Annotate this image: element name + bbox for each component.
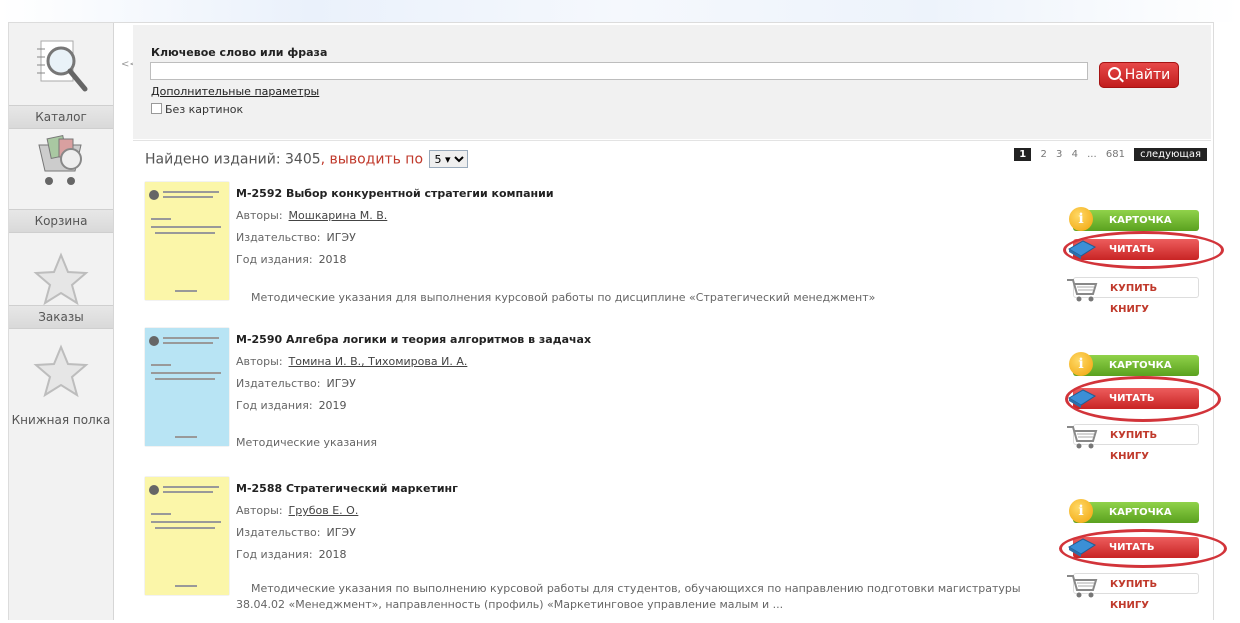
search-panel: Ключевое слово или фраза Дополнительные …	[133, 25, 1211, 139]
shopping-cart-icon	[1067, 575, 1098, 598]
book-title[interactable]: М-2592 Выбор конкурентной стратегии комп…	[236, 187, 554, 200]
book-item: М-2590 Алгебра логики и теория алгоритмо…	[145, 328, 1221, 474]
book-description: Методические указания по выполнению курс…	[251, 582, 1021, 595]
book-title[interactable]: М-2590 Алгебра логики и теория алгоритмо…	[236, 333, 591, 346]
advanced-params-link[interactable]: Дополнительные параметры	[151, 85, 319, 98]
no-pictures-label: Без картинок	[165, 103, 244, 116]
book-description: Методические указания для выполнения кур…	[251, 291, 876, 304]
find-button[interactable]: Найти	[1099, 62, 1179, 88]
sidebar-item-label: Каталог	[9, 105, 113, 129]
no-pictures-checkbox[interactable]	[151, 103, 162, 114]
page-link[interactable]: 2	[1040, 149, 1046, 160]
pagination: 1 2 3 4 ... 681 следующая	[1008, 148, 1207, 161]
book-title[interactable]: М-2588 Стратегический маркетинг	[236, 482, 458, 495]
book-year: Год издания: 2018	[236, 253, 347, 266]
emblem-icon	[149, 190, 159, 200]
info-icon: i	[1069, 499, 1093, 523]
book-authors: Авторы: Грубов Е. О.	[236, 504, 359, 517]
sidebar-item-cart[interactable]: Корзина	[9, 129, 113, 233]
book-year: Год издания: 2018	[236, 548, 347, 561]
page-link-current[interactable]: 1	[1014, 148, 1032, 161]
sidebar-item-label: Корзина	[9, 209, 113, 233]
no-pictures-option[interactable]: Без картинок	[151, 103, 243, 116]
page-link[interactable]: 3	[1056, 149, 1062, 160]
sidebar-item-label: Заказы	[9, 305, 113, 329]
sidebar: Каталог Корзина Заказы Книжная полка	[9, 23, 114, 620]
card-button[interactable]: i КАРТОЧКА	[1069, 499, 1199, 523]
found-summary: Найдено изданий: 3405, выводить по 5 ▾	[145, 150, 469, 168]
book-item: М-2592 Выбор конкурентной стратегии комп…	[145, 182, 1224, 328]
search-label: Ключевое слово или фраза	[151, 46, 328, 59]
book-authors: Авторы: Томина И. В., Тихомирова И. А.	[236, 355, 468, 368]
divider	[133, 140, 1211, 141]
highlight-ring	[1063, 231, 1224, 269]
find-button-label: Найти	[1124, 67, 1171, 83]
book-publisher: Издательство: ИГЭУ	[236, 377, 356, 390]
star-icon	[31, 341, 91, 401]
top-band	[0, 0, 1240, 22]
page-ellipsis: ...	[1087, 149, 1097, 160]
book-item: М-2588 Стратегический маркетинг Авторы: Г…	[145, 477, 1227, 623]
book-publisher: Издательство: ИГЭУ	[236, 526, 356, 539]
per-page-label: , выводить по	[320, 151, 424, 168]
cart-icon	[31, 133, 91, 193]
card-button[interactable]: i КАРТОЧКА	[1069, 352, 1199, 376]
sidebar-item-catalog[interactable]: Каталог	[9, 23, 113, 129]
book-cover[interactable]	[145, 328, 229, 446]
buy-book-button[interactable]: КУПИТЬ КНИГУ	[1067, 573, 1199, 611]
book-description: Методические указания	[236, 436, 377, 449]
emblem-icon	[149, 336, 159, 346]
author-link[interactable]: Грубов Е. О.	[289, 504, 359, 517]
book-cover[interactable]	[145, 182, 229, 300]
book-authors: Авторы: Мошкарина М. В.	[236, 209, 388, 222]
shopping-cart-icon	[1067, 426, 1098, 449]
highlight-ring	[1065, 376, 1221, 422]
shopping-cart-icon	[1067, 279, 1098, 302]
found-count: 3405	[285, 151, 321, 168]
sidebar-item-bookshelf[interactable]: Книжная полка	[9, 335, 113, 435]
book-publisher: Издательство: ИГЭУ	[236, 231, 356, 244]
book-description-line2: 38.04.02 «Менеджмент», направленность (п…	[236, 598, 784, 611]
page-link[interactable]: 681	[1106, 149, 1125, 160]
buy-book-button[interactable]: КУПИТЬ КНИГУ	[1067, 424, 1199, 462]
page-link[interactable]: 4	[1072, 149, 1078, 160]
author-link[interactable]: Томина И. В., Тихомирова И. А.	[289, 355, 468, 368]
buy-book-button[interactable]: КУПИТЬ КНИГУ	[1067, 277, 1199, 315]
per-page-select[interactable]: 5 ▾	[429, 150, 469, 168]
app-window: Каталог Корзина Заказы Книжная полка << …	[8, 22, 1227, 623]
info-icon: i	[1069, 352, 1093, 376]
book-cover[interactable]	[145, 477, 229, 595]
book-year: Год издания: 2019	[236, 399, 347, 412]
highlight-ring	[1059, 529, 1227, 568]
magnifier-icon	[31, 39, 91, 99]
found-label: Найдено изданий:	[145, 151, 281, 168]
author-link[interactable]: Мошкарина М. В.	[289, 209, 388, 222]
card-button[interactable]: i КАРТОЧКА	[1069, 207, 1199, 231]
sidebar-item-label: Книжная полка	[11, 413, 111, 427]
emblem-icon	[149, 485, 159, 495]
next-page-button[interactable]: следующая	[1134, 148, 1207, 161]
search-icon	[1107, 67, 1121, 80]
info-icon: i	[1069, 207, 1093, 231]
star-icon	[31, 249, 91, 309]
search-input[interactable]	[150, 62, 1088, 80]
sidebar-item-orders[interactable]: Заказы	[9, 239, 113, 339]
